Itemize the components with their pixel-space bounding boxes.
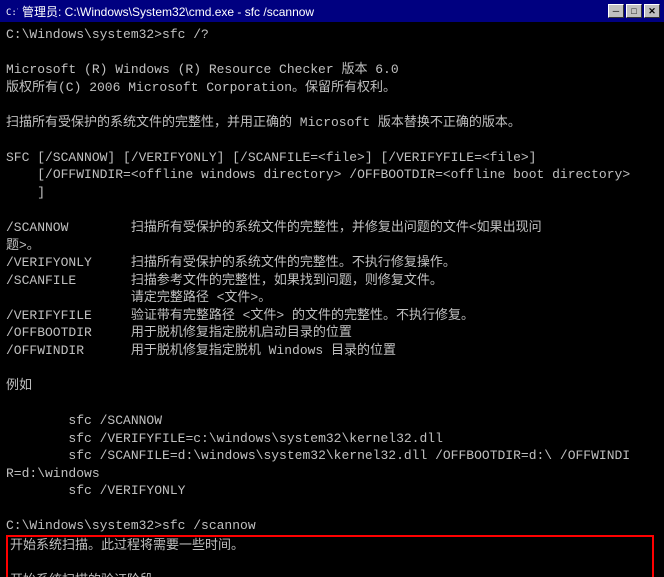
title-bar-left: C:\ 管理员: C:\Windows\System32\cmd.exe - s… [4, 3, 314, 20]
console-area: C:\Windows\system32>sfc /? Microsoft (R)… [0, 22, 664, 577]
title-bar-text: 管理员: C:\Windows\System32\cmd.exe - sfc /… [22, 3, 314, 20]
highlight-box: 开始系统扫描。此过程将需要一些时间。 开始系统扫描的验证阶段。验证 4% 已完成… [6, 535, 654, 577]
svg-text:C:\: C:\ [6, 8, 18, 18]
title-bar: C:\ 管理员: C:\Windows\System32\cmd.exe - s… [0, 0, 664, 22]
window: C:\ 管理员: C:\Windows\System32\cmd.exe - s… [0, 0, 664, 577]
close-button[interactable]: ✕ [644, 4, 660, 18]
title-bar-buttons: ─ □ ✕ [608, 4, 660, 18]
minimize-button[interactable]: ─ [608, 4, 624, 18]
cmd-icon: C:\ [4, 4, 18, 18]
maximize-button[interactable]: □ [626, 4, 642, 18]
